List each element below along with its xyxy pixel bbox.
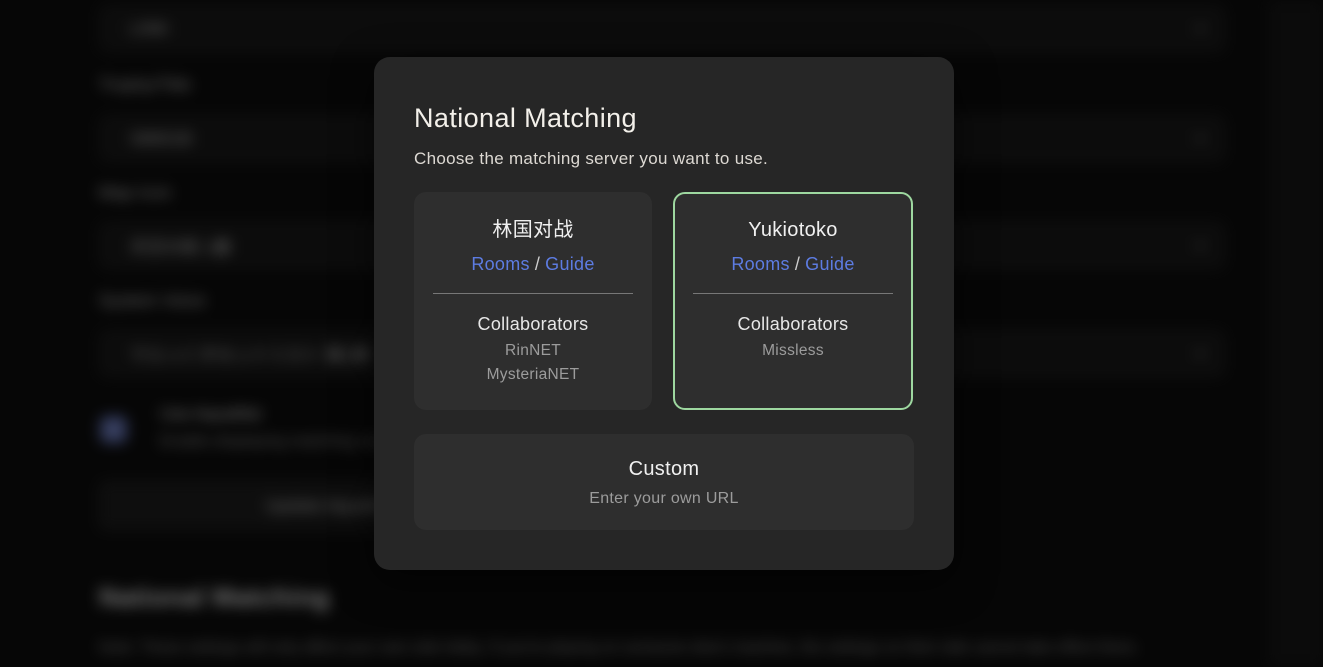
collaborator: RinNET <box>416 339 650 363</box>
custom-server-card[interactable]: Custom Enter your own URL <box>414 434 914 530</box>
modal-subtitle: Choose the matching server you want to u… <box>414 147 914 171</box>
collaborator: Missless <box>675 339 911 363</box>
custom-title: Custom <box>629 456 700 482</box>
divider <box>693 293 893 294</box>
link-separator: / <box>790 254 805 274</box>
collaborators-heading: Collaborators <box>416 312 650 336</box>
server-card-linguo[interactable]: 林国对战 Rooms/Guide Collaborators RinNET My… <box>414 192 652 410</box>
server-links: Rooms/Guide <box>675 252 911 276</box>
national-matching-modal: National Matching Choose the matching se… <box>374 57 954 570</box>
rooms-link[interactable]: Rooms <box>731 254 790 274</box>
collaborators-heading: Collaborators <box>675 312 911 336</box>
guide-link[interactable]: Guide <box>545 254 595 274</box>
server-name: Yukiotoko <box>675 217 911 243</box>
custom-subtitle: Enter your own URL <box>589 488 738 509</box>
guide-link[interactable]: Guide <box>805 254 855 274</box>
server-card-yukiotoko[interactable]: Yukiotoko Rooms/Guide Collaborators Miss… <box>673 192 913 410</box>
collaborator-name: RinNET MysteriaNET <box>416 339 650 387</box>
collaborator-name: Missless <box>675 339 911 363</box>
server-options: 林国对战 Rooms/Guide Collaborators RinNET My… <box>414 192 914 410</box>
link-separator: / <box>530 254 545 274</box>
modal-title: National Matching <box>414 100 914 136</box>
collaborator: MysteriaNET <box>416 363 650 387</box>
server-links: Rooms/Guide <box>416 252 650 276</box>
server-name: 林国对战 <box>416 217 650 243</box>
rooms-link[interactable]: Rooms <box>471 254 530 274</box>
divider <box>433 293 633 294</box>
